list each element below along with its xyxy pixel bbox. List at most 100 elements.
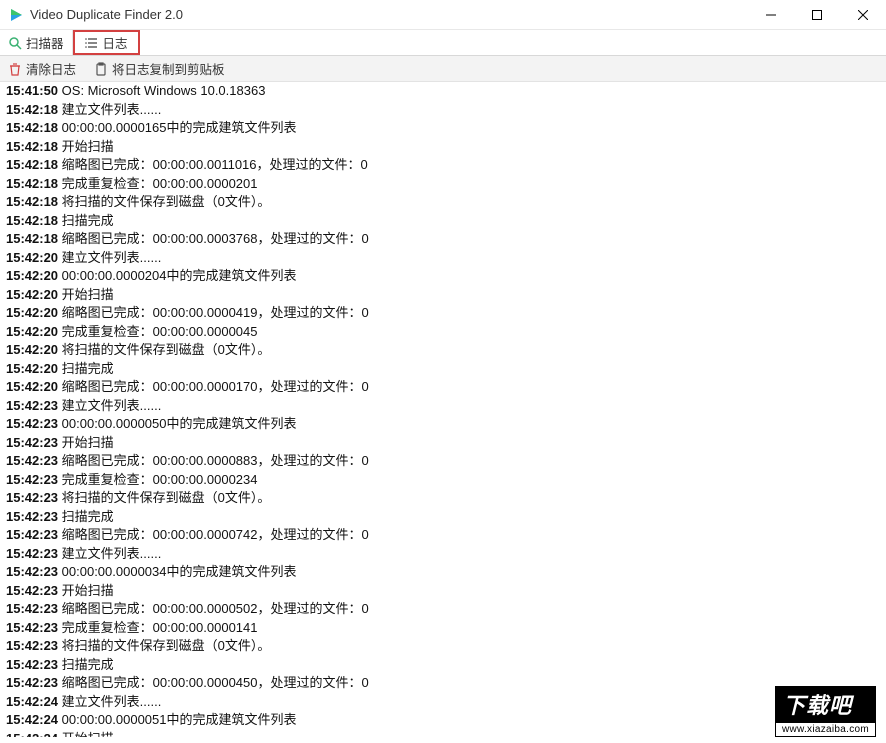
log-message: 缩略图已完成：00:00:00.0000450，处理过的文件：0 bbox=[58, 675, 369, 690]
log-actionbar: 清除日志 将日志复制到剪贴板 bbox=[0, 56, 886, 82]
log-message: 开始扫描 bbox=[58, 731, 114, 738]
log-message: 建立文件列表...... bbox=[58, 398, 161, 413]
log-message: OS: Microsoft Windows 10.0.18363 bbox=[58, 83, 265, 98]
copy-log-label: 将日志复制到剪贴板 bbox=[112, 59, 225, 78]
log-message: 完成重复检查：00:00:00.0000141 bbox=[58, 620, 257, 635]
log-timestamp: 15:42:20 bbox=[6, 361, 58, 376]
log-message: 缩略图已完成：00:00:00.0003768，处理过的文件：0 bbox=[58, 231, 369, 246]
log-message: 缩略图已完成：00:00:00.0000883，处理过的文件：0 bbox=[58, 453, 369, 468]
log-message: 完成重复检查：00:00:00.0000201 bbox=[58, 176, 257, 191]
log-row: 15:42:18 扫描完成 bbox=[6, 212, 880, 231]
log-timestamp: 15:42:18 bbox=[6, 194, 58, 209]
log-row: 15:42:23 建立文件列表...... bbox=[6, 545, 880, 564]
trash-icon bbox=[8, 62, 22, 76]
log-timestamp: 15:42:20 bbox=[6, 379, 58, 394]
list-icon bbox=[85, 36, 99, 50]
log-message: 开始扫描 bbox=[58, 139, 114, 154]
clipboard-icon bbox=[94, 62, 108, 76]
log-row: 15:42:18 缩略图已完成：00:00:00.0003768，处理过的文件：… bbox=[6, 230, 880, 249]
log-timestamp: 15:42:23 bbox=[6, 638, 58, 653]
log-row: 15:42:23 缩略图已完成：00:00:00.0000883，处理过的文件：… bbox=[6, 452, 880, 471]
log-row: 15:42:23 开始扫描 bbox=[6, 434, 880, 453]
titlebar: Video Duplicate Finder 2.0 bbox=[0, 0, 886, 30]
tab-log[interactable]: 日志 bbox=[73, 30, 140, 55]
log-message: 00:00:00.0000051中的完成建筑文件列表 bbox=[58, 712, 296, 727]
log-timestamp: 15:42:23 bbox=[6, 675, 58, 690]
log-timestamp: 15:42:18 bbox=[6, 176, 58, 191]
log-row: 15:42:20 00:00:00.0000204中的完成建筑文件列表 bbox=[6, 267, 880, 286]
log-row: 15:42:18 开始扫描 bbox=[6, 138, 880, 157]
log-row: 15:42:18 00:00:00.0000165中的完成建筑文件列表 bbox=[6, 119, 880, 138]
log-timestamp: 15:42:24 bbox=[6, 694, 58, 709]
log-row: 15:42:24 开始扫描 bbox=[6, 730, 880, 738]
log-message: 00:00:00.0000050中的完成建筑文件列表 bbox=[58, 416, 296, 431]
log-timestamp: 15:42:23 bbox=[6, 453, 58, 468]
log-message: 缩略图已完成：00:00:00.0000170，处理过的文件：0 bbox=[58, 379, 369, 394]
log-timestamp: 15:42:20 bbox=[6, 287, 58, 302]
log-timestamp: 15:42:23 bbox=[6, 509, 58, 524]
window-controls bbox=[748, 0, 886, 30]
log-timestamp: 15:42:23 bbox=[6, 490, 58, 505]
log-timestamp: 15:42:18 bbox=[6, 213, 58, 228]
log-message: 00:00:00.0000034中的完成建筑文件列表 bbox=[58, 564, 296, 579]
log-row: 15:42:23 缩略图已完成：00:00:00.0000502，处理过的文件：… bbox=[6, 600, 880, 619]
log-timestamp: 15:42:20 bbox=[6, 324, 58, 339]
log-timestamp: 15:42:23 bbox=[6, 620, 58, 635]
log-row: 15:42:23 00:00:00.0000034中的完成建筑文件列表 bbox=[6, 563, 880, 582]
log-timestamp: 15:42:18 bbox=[6, 120, 58, 135]
log-timestamp: 15:42:20 bbox=[6, 305, 58, 320]
log-row: 15:42:23 缩略图已完成：00:00:00.0000450，处理过的文件：… bbox=[6, 674, 880, 693]
log-row: 15:42:23 将扫描的文件保存到磁盘（0文件）。 bbox=[6, 637, 880, 656]
log-message: 将扫描的文件保存到磁盘（0文件）。 bbox=[58, 342, 270, 357]
log-timestamp: 15:42:20 bbox=[6, 342, 58, 357]
log-message: 将扫描的文件保存到磁盘（0文件）。 bbox=[58, 638, 270, 653]
log-timestamp: 15:42:23 bbox=[6, 546, 58, 561]
log-row: 15:42:23 将扫描的文件保存到磁盘（0文件）。 bbox=[6, 489, 880, 508]
log-message: 缩略图已完成：00:00:00.0000419，处理过的文件：0 bbox=[58, 305, 369, 320]
log-message: 开始扫描 bbox=[58, 583, 114, 598]
log-row: 15:42:23 建立文件列表...... bbox=[6, 397, 880, 416]
log-timestamp: 15:42:24 bbox=[6, 712, 58, 727]
search-icon bbox=[8, 36, 22, 50]
copy-log-button[interactable]: 将日志复制到剪贴板 bbox=[94, 59, 225, 78]
log-row: 15:42:20 将扫描的文件保存到磁盘（0文件）。 bbox=[6, 341, 880, 360]
clear-log-button[interactable]: 清除日志 bbox=[8, 59, 76, 78]
log-row: 15:42:20 开始扫描 bbox=[6, 286, 880, 305]
log-row: 15:42:20 完成重复检查：00:00:00.0000045 bbox=[6, 323, 880, 342]
log-timestamp: 15:41:50 bbox=[6, 83, 58, 98]
maximize-button[interactable] bbox=[794, 0, 840, 30]
log-timestamp: 15:42:20 bbox=[6, 268, 58, 283]
log-timestamp: 15:42:24 bbox=[6, 731, 58, 738]
minimize-button[interactable] bbox=[748, 0, 794, 30]
log-message: 扫描完成 bbox=[58, 213, 114, 228]
log-message: 建立文件列表...... bbox=[58, 102, 161, 117]
log-timestamp: 15:42:23 bbox=[6, 398, 58, 413]
tab-scanner-label: 扫描器 bbox=[26, 33, 64, 52]
log-list[interactable]: 15:41:50 OS: Microsoft Windows 10.0.1836… bbox=[6, 82, 880, 737]
tab-scanner[interactable]: 扫描器 bbox=[0, 30, 73, 55]
log-row: 15:42:20 缩略图已完成：00:00:00.0000170，处理过的文件：… bbox=[6, 378, 880, 397]
log-timestamp: 15:42:23 bbox=[6, 527, 58, 542]
log-row: 15:42:24 00:00:00.0000051中的完成建筑文件列表 bbox=[6, 711, 880, 730]
log-row: 15:42:23 缩略图已完成：00:00:00.0000742，处理过的文件：… bbox=[6, 526, 880, 545]
log-row: 15:42:20 建立文件列表...... bbox=[6, 249, 880, 268]
window-title: Video Duplicate Finder 2.0 bbox=[30, 7, 748, 22]
log-message: 缩略图已完成：00:00:00.0000742，处理过的文件：0 bbox=[58, 527, 369, 542]
log-row: 15:41:50 OS: Microsoft Windows 10.0.1836… bbox=[6, 82, 880, 101]
log-row: 15:42:18 将扫描的文件保存到磁盘（0文件）。 bbox=[6, 193, 880, 212]
log-timestamp: 15:42:23 bbox=[6, 583, 58, 598]
log-message: 完成重复检查：00:00:00.0000234 bbox=[58, 472, 257, 487]
log-message: 扫描完成 bbox=[58, 361, 114, 376]
log-message: 完成重复检查：00:00:00.0000045 bbox=[58, 324, 257, 339]
log-row: 15:42:18 缩略图已完成：00:00:00.0011016，处理过的文件：… bbox=[6, 156, 880, 175]
log-message: 扫描完成 bbox=[58, 657, 114, 672]
log-message: 将扫描的文件保存到磁盘（0文件）。 bbox=[58, 490, 270, 505]
log-row: 15:42:18 完成重复检查：00:00:00.0000201 bbox=[6, 175, 880, 194]
log-timestamp: 15:42:18 bbox=[6, 157, 58, 172]
log-message: 开始扫描 bbox=[58, 435, 114, 450]
close-button[interactable] bbox=[840, 0, 886, 30]
log-timestamp: 15:42:18 bbox=[6, 102, 58, 117]
log-timestamp: 15:42:23 bbox=[6, 416, 58, 431]
log-message: 缩略图已完成：00:00:00.0000502，处理过的文件：0 bbox=[58, 601, 369, 616]
log-message: 将扫描的文件保存到磁盘（0文件）。 bbox=[58, 194, 270, 209]
